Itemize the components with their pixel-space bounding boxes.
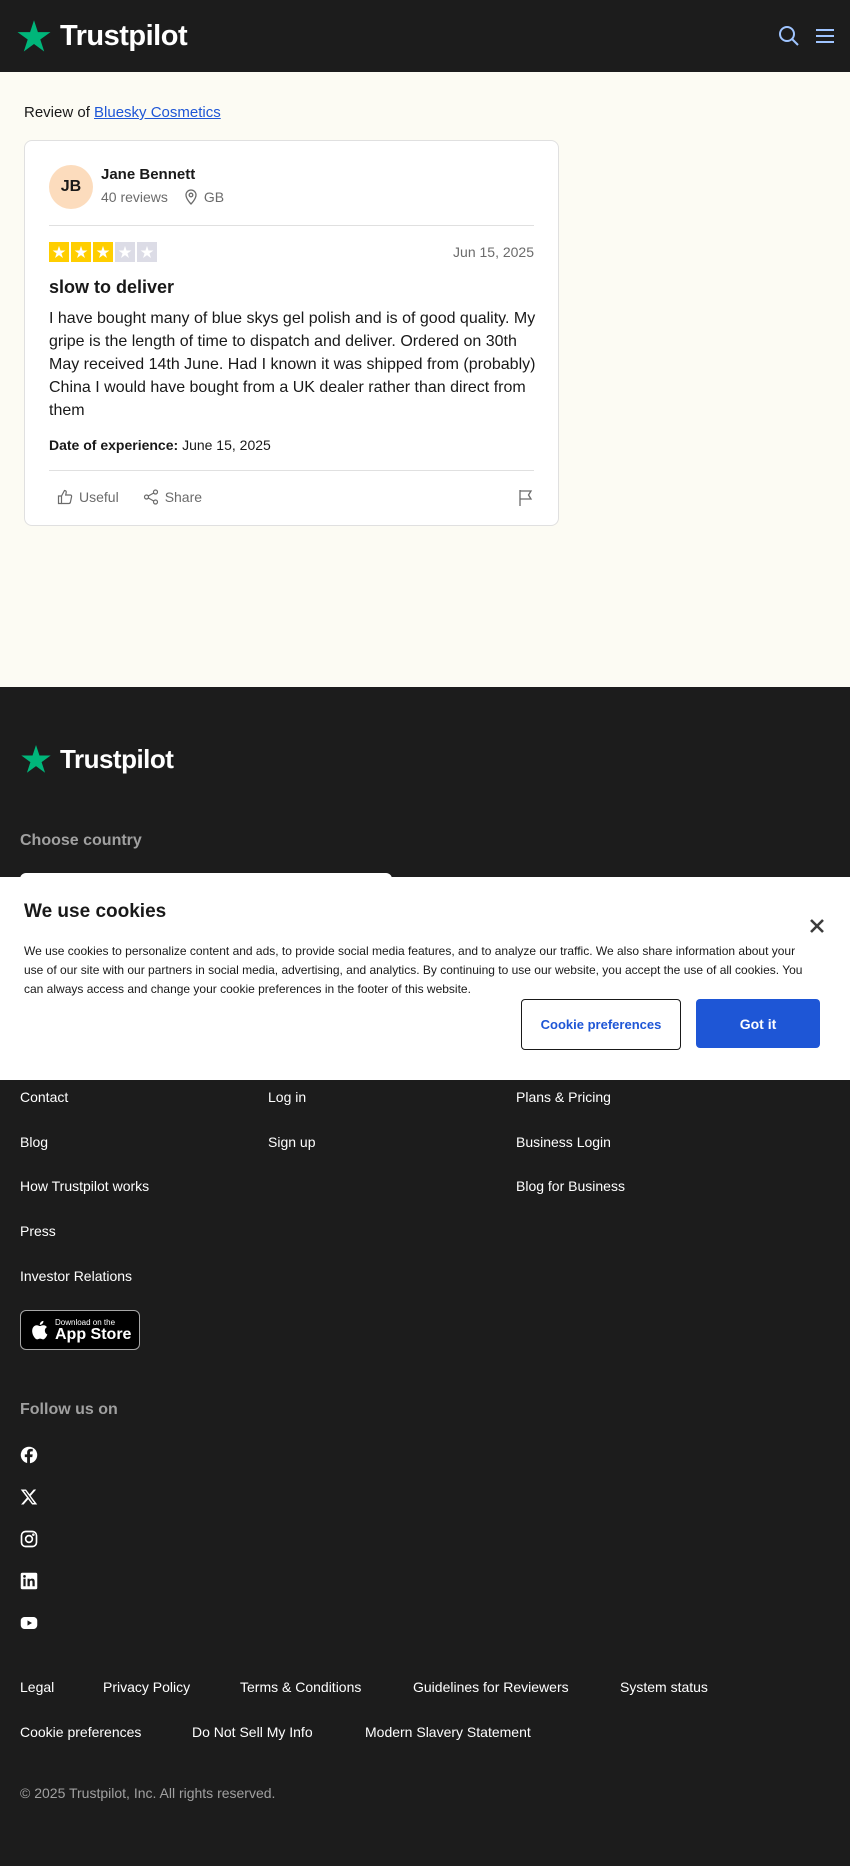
- main-content: Review of Bluesky Cosmetics JB Jane Benn…: [0, 72, 850, 687]
- review-of-label: Review of: [24, 104, 90, 121]
- menu-icon[interactable]: [813, 24, 837, 48]
- modern-slavery-link[interactable]: Modern Slavery Statement: [365, 1724, 531, 1740]
- share-icon: [143, 489, 158, 505]
- star-filled-icon: [49, 242, 69, 262]
- app-store-badge[interactable]: Download on the App Store: [20, 1310, 140, 1350]
- close-icon[interactable]: [807, 916, 827, 936]
- avatar[interactable]: JB: [49, 165, 93, 209]
- flag-icon[interactable]: [518, 489, 534, 507]
- cookie-banner-text: We use cookies to personalize content an…: [24, 944, 803, 996]
- review-title[interactable]: slow to deliver: [49, 277, 174, 298]
- business-link[interactable]: Bluesky Cosmetics: [94, 104, 221, 121]
- star-empty-icon: [115, 242, 135, 262]
- useful-button[interactable]: Useful: [57, 489, 119, 505]
- logo-text: Trustpilot: [60, 19, 188, 52]
- guidelines-link[interactable]: Guidelines for Reviewers: [413, 1679, 569, 1695]
- footer-link[interactable]: How Trustpilot works: [20, 1178, 149, 1194]
- cookie-preferences-link[interactable]: Cookie preferences: [20, 1724, 141, 1740]
- review-count: 40 reviews: [101, 189, 168, 205]
- youtube-icon[interactable]: [20, 1614, 38, 1632]
- reviewer-name[interactable]: Jane Bennett: [101, 166, 195, 183]
- reviewer-location: GB: [184, 189, 224, 205]
- footer-logo[interactable]: Trustpilot: [20, 743, 174, 775]
- review-date: Jun 15, 2025: [453, 244, 534, 260]
- review-card: JB Jane Bennett 40 reviews GB Jun 15, 20…: [24, 140, 559, 526]
- footer-logo-text: Trustpilot: [60, 743, 174, 774]
- review-actions: Useful Share: [57, 489, 202, 505]
- useful-label: Useful: [79, 489, 119, 505]
- thumbs-up-icon: [57, 489, 73, 505]
- footer-link[interactable]: Business Login: [516, 1134, 611, 1150]
- copyright: © 2025 Trustpilot, Inc. All rights reser…: [20, 1785, 276, 1801]
- search-icon[interactable]: [777, 24, 801, 48]
- cookie-banner-title: We use cookies: [24, 901, 167, 922]
- star-empty-icon: [137, 242, 157, 262]
- share-label: Share: [164, 489, 203, 505]
- site-header: Trustpilot: [0, 0, 850, 72]
- instagram-icon[interactable]: [20, 1530, 38, 1548]
- linkedin-icon[interactable]: [20, 1572, 38, 1590]
- star-logo-icon: [17, 20, 51, 52]
- experience-label: Date of experience:: [49, 437, 179, 453]
- footer-link[interactable]: Press: [20, 1223, 56, 1239]
- facebook-icon[interactable]: [20, 1446, 38, 1464]
- legal-link[interactable]: Legal: [20, 1679, 54, 1695]
- reviewer-country: GB: [203, 189, 225, 205]
- apple-icon: [32, 1320, 48, 1340]
- terms-link[interactable]: Terms & Conditions: [240, 1679, 361, 1695]
- footer-link[interactable]: Blog: [20, 1134, 48, 1150]
- experience-date: June 15, 2025: [182, 437, 271, 453]
- trustpilot-logo[interactable]: Trustpilot: [16, 18, 188, 54]
- footer-link[interactable]: Blog for Business: [516, 1178, 625, 1194]
- divider: [49, 470, 534, 471]
- privacy-policy-link[interactable]: Privacy Policy: [103, 1679, 190, 1695]
- date-of-experience: Date of experience: June 15, 2025: [49, 437, 271, 453]
- x-icon[interactable]: [20, 1488, 38, 1506]
- star-rating: [49, 242, 157, 262]
- accept-cookies-button[interactable]: Got it: [696, 999, 820, 1048]
- star-logo-icon: [21, 745, 51, 773]
- app-store-big-text: App Store: [55, 1325, 132, 1343]
- star-filled-icon: [93, 242, 113, 262]
- system-status-link[interactable]: System status: [620, 1679, 708, 1695]
- location-pin-icon: [185, 189, 197, 205]
- footer-link[interactable]: Plans & Pricing: [516, 1089, 611, 1105]
- footer-link[interactable]: Log in: [268, 1089, 306, 1105]
- review-body: I have bought many of blue skys gel poli…: [49, 310, 536, 419]
- choose-country-heading: Choose country: [20, 832, 142, 849]
- footer-link[interactable]: Sign up: [268, 1134, 315, 1150]
- divider: [49, 225, 534, 226]
- footer-link[interactable]: Investor Relations: [20, 1268, 132, 1284]
- app-store-text: Download on the App Store: [55, 1318, 131, 1343]
- footer-link[interactable]: Contact: [20, 1089, 68, 1105]
- reviewer-meta: 40 reviews GB: [101, 189, 224, 205]
- do-not-sell-link[interactable]: Do Not Sell My Info: [192, 1724, 313, 1740]
- share-button[interactable]: Share: [143, 489, 202, 505]
- cookie-banner: We use cookies We use cookies to persona…: [0, 877, 850, 1080]
- follow-us-heading: Follow us on: [20, 1401, 118, 1418]
- review-of-line: Review of Bluesky Cosmetics: [24, 104, 221, 121]
- cookie-preferences-button[interactable]: Cookie preferences: [521, 999, 681, 1050]
- star-filled-icon: [71, 242, 91, 262]
